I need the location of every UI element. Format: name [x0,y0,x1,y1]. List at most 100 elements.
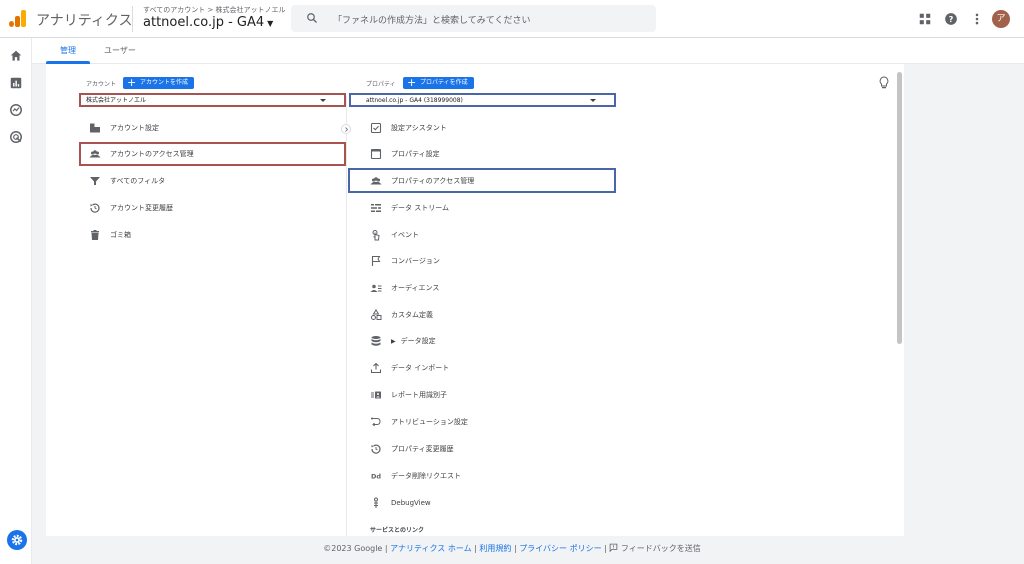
dd-icon: Dd [371,473,381,481]
menu-debugview[interactable]: DebugView [370,492,431,514]
menu-setup-assistant[interactable]: 設定アシスタント [370,117,447,139]
menu-label: アトリビューション設定 [391,418,468,426]
column-separator [346,96,347,536]
history-icon [371,444,381,454]
header-divider [132,6,133,32]
create-account-button[interactable]: + アカウントを作成 [123,76,195,89]
more-vert-icon[interactable] [970,12,984,26]
menu-property-history[interactable]: プロパティ変更履歴 [370,438,454,460]
avatar[interactable]: ア [992,10,1010,28]
create-property-button[interactable]: + プロパティを作成 [403,77,474,89]
chevron-right-icon [345,127,349,132]
trash-icon [91,230,99,240]
svg-text:Dd: Dd [371,473,381,481]
building-icon [90,123,100,133]
menu-account-history[interactable]: アカウント変更履歴 [89,197,173,219]
plus-icon: + [127,76,137,89]
explore-icon[interactable] [9,103,23,117]
menu-audiences[interactable]: オーディエンス [370,277,439,299]
home-icon[interactable] [9,49,23,63]
apps-grid-icon[interactable] [918,12,932,26]
menu-account-settings[interactable]: アカウント設定 [89,117,159,139]
menu-data-settings[interactable]: ▶ データ設定 [370,330,436,352]
menu-label: プロパティ設定 [391,150,440,158]
menu-label: アカウント変更履歴 [110,204,173,212]
menu-label: コンバージョン [391,257,440,265]
upload-icon [370,362,382,374]
search-bar[interactable]: 「ファネルの作成方法」と検索してみてください [291,5,656,32]
menu-property-settings[interactable]: プロパティ設定 [370,143,440,165]
stream-icon [371,204,381,212]
search-placeholder: 「ファネルの作成方法」と検索してみてください [333,16,531,26]
history-icon [90,203,100,213]
caret-down-icon: ▼ [267,19,274,28]
menu-label: アカウントのアクセス管理 [110,150,194,158]
property-selector[interactable]: attnoel.co.jp - GA4 ▼ [143,15,273,30]
menu-data-deletion[interactable]: Dd データ削除リクエスト [370,465,461,487]
svg-text:?: ? [949,14,954,24]
menu-label: レポート用識別子 [391,391,447,399]
analytics-logo[interactable] [9,9,27,27]
menu-reporting-identity[interactable]: レポート用識別子 [370,384,447,406]
footer-link-privacy[interactable]: プライバシー ポリシー [519,544,601,553]
footer-separator: | [384,544,388,553]
create-account-label: アカウントを作成 [140,79,189,86]
property-selector-dropdown[interactable]: attnoel.co.jp - GA4 (318999008) [349,93,616,107]
menu-label: すべてのフィルタ [110,177,166,185]
audience-icon [370,284,382,292]
search-icon [307,13,317,23]
menu-attribution-settings[interactable]: アトリビューション設定 [370,411,468,433]
menu-label: オーディエンス [391,284,440,292]
lightbulb-icon[interactable] [878,76,890,90]
scrollbar[interactable] [897,72,902,344]
menu-events[interactable]: イベント [370,224,419,246]
account-column-label: アカウント [86,81,117,88]
admin-card [46,64,904,536]
breadcrumb[interactable]: すべてのアカウント > 株式会社アットノエル [143,5,286,15]
attribution-icon [371,417,381,427]
menu-all-filters[interactable]: すべてのフィルタ [89,170,165,192]
tab-admin[interactable]: 管理 [60,45,76,56]
window-icon [370,148,382,160]
reports-icon[interactable] [9,76,23,90]
shapes-icon [371,309,382,320]
menu-data-streams[interactable]: データ ストリーム [370,197,449,219]
plus-icon: + [407,76,417,89]
menu-label: データ設定 [400,337,436,345]
feedback-label: フィードバックを送信 [620,544,701,553]
menu-account-access[interactable]: アカウントのアクセス管理 [89,143,194,165]
flag-icon [371,256,381,266]
property-title: attnoel.co.jp - GA4 [143,15,265,30]
debug-icon [374,497,378,508]
checkbox-icon [370,122,382,134]
menu-label: データ ストリーム [391,204,450,212]
expand-arrow-icon: ▶ [391,337,396,345]
menu-label: データ インポート [391,364,450,372]
menu-label: プロパティのアクセス管理 [391,177,475,185]
people-icon [370,177,382,185]
footer-link-terms[interactable]: 利用規約 [479,544,511,553]
menu-property-access[interactable]: プロパティのアクセス管理 [370,170,474,192]
menu-custom-definitions[interactable]: カスタム定義 [370,304,433,326]
top-bar: アナリティクス すべてのアカウント > 株式会社アットノエル attnoel.c… [0,0,1024,38]
advertising-icon[interactable] [9,130,23,144]
footer-link-home[interactable]: アナリティクス ホーム [390,544,471,553]
help-icon[interactable]: ? [944,12,958,26]
account-selector[interactable]: 株式会社アットノエル [79,93,346,107]
menu-label: ゴミ箱 [110,231,131,239]
tab-user[interactable]: ユーザー [104,45,136,56]
menu-label: カスタム定義 [391,311,433,319]
feedback-link[interactable]: フィードバックを送信 [609,543,701,553]
app-name[interactable]: アナリティクス [36,10,132,30]
menu-label: アカウント設定 [110,124,159,132]
touch-icon [372,230,380,241]
dropdown-arrow-icon [590,99,596,102]
property-column-label: プロパティ [366,81,396,88]
filter-icon [90,177,100,185]
property-selected: attnoel.co.jp - GA4 (318999008) [366,97,463,104]
menu-conversions[interactable]: コンバージョン [370,250,440,272]
footer-separator: | [474,544,477,553]
database-icon [371,336,381,346]
menu-data-import[interactable]: データ インポート [370,357,449,379]
menu-trash[interactable]: ゴミ箱 [89,224,131,246]
